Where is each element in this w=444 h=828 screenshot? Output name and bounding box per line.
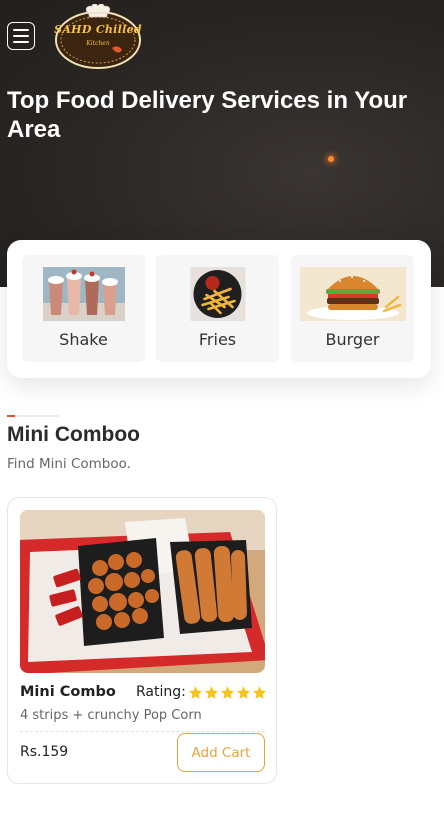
- hamburger-menu-icon[interactable]: [7, 22, 35, 50]
- page-title: Top Food Delivery Services in Your Area: [7, 87, 408, 143]
- category-label: Burger: [325, 330, 380, 349]
- rating-label: Rating:: [136, 684, 186, 700]
- product-name: Mini Combo: [20, 684, 116, 700]
- product-rating: Rating:: [136, 684, 267, 700]
- product-image[interactable]: [20, 510, 265, 673]
- add-cart-button[interactable]: Add Cart: [177, 733, 265, 772]
- category-panel: Shake Fries Burger: [7, 240, 431, 378]
- section-subtitle: Find Mini Comboo.: [7, 456, 131, 472]
- decorative-ember: [328, 156, 334, 162]
- star-icon: [252, 685, 266, 699]
- product-price: Rs.159: [20, 744, 69, 760]
- product-card[interactable]: Mini Combo Rating: 4 strips + crunchy Po…: [7, 497, 277, 784]
- logo-brand-sub: Kitchen: [86, 40, 110, 47]
- product-description: 4 strips + crunchy Pop Corn: [20, 708, 202, 723]
- divider: [20, 731, 265, 732]
- category-card-burger[interactable]: Burger: [291, 255, 414, 362]
- star-icon: [220, 685, 234, 699]
- fries-image: [190, 267, 245, 321]
- section-title: Mini Comboo: [7, 423, 140, 446]
- category-label: Fries: [198, 330, 237, 349]
- shake-image: [42, 267, 125, 321]
- rating-stars: [187, 685, 267, 700]
- burger-image: [299, 267, 406, 321]
- category-card-fries[interactable]: Fries: [156, 255, 279, 362]
- category-label: Shake: [59, 330, 108, 349]
- section-accent-line: [7, 415, 59, 417]
- star-icon: [188, 685, 202, 699]
- brand-logo[interactable]: SAHD Chilled Kitchen: [54, 3, 142, 70]
- star-icon: [236, 685, 250, 699]
- star-icon: [204, 685, 218, 699]
- logo-brand-name: SAHD Chilled: [54, 23, 142, 36]
- category-card-shake[interactable]: Shake: [22, 255, 145, 362]
